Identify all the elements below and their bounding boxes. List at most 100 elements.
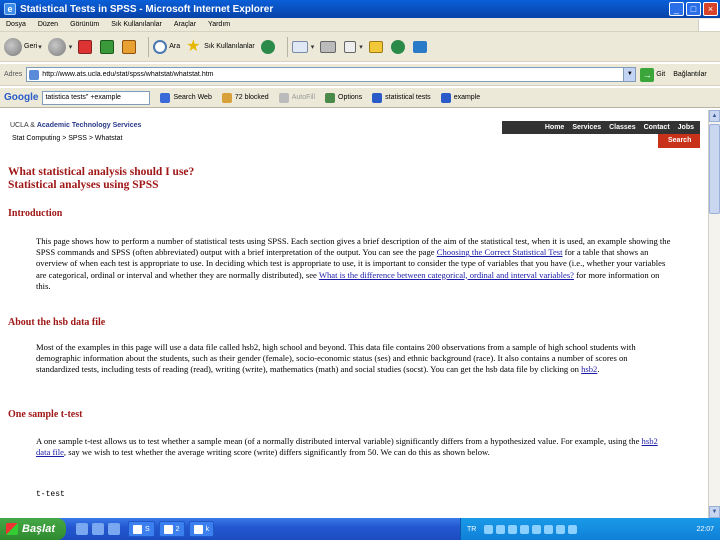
edit-button[interactable]: ▾ (344, 40, 363, 53)
google-logo[interactable]: Google (4, 92, 38, 103)
autofill-icon (278, 92, 289, 103)
tray-icon[interactable] (568, 524, 578, 534)
menu-favorites[interactable]: Sık Kullanılanlar (105, 21, 168, 28)
google-popup-blocker-button[interactable]: 72 blocked (221, 92, 269, 103)
scroll-thumb[interactable] (709, 124, 720, 214)
messenger-button[interactable] (412, 40, 429, 53)
tray-icon[interactable] (532, 524, 542, 534)
address-input[interactable]: http://www.ats.ucla.edu/stat/spss/whatst… (26, 67, 637, 82)
tray-icon[interactable] (544, 524, 554, 534)
go-button[interactable]: → Git (640, 67, 665, 82)
google-button-label: Options (338, 94, 363, 101)
close-button[interactable]: × (703, 2, 718, 16)
hsb2-link[interactable]: hsb2 (581, 364, 597, 374)
messenger-icon (412, 40, 427, 53)
start-label: Başlat (22, 523, 56, 535)
menu-tools[interactable]: Araçlar (168, 21, 202, 28)
printer-icon (320, 40, 337, 53)
menu-view[interactable]: Görünüm (64, 21, 105, 28)
nav-jobs[interactable]: Jobs (678, 124, 694, 131)
google-button-label: example (453, 94, 481, 101)
breadcrumb[interactable]: Stat Computing > SPSS > Whatstat (12, 135, 123, 142)
highlight-icon (440, 92, 451, 103)
paragraph-text: Most of the examples in this page will u… (36, 342, 636, 375)
tray-icon[interactable] (496, 524, 506, 534)
taskbar-task[interactable]: S (128, 521, 155, 537)
tray-icon[interactable] (556, 524, 566, 534)
chevron-down-icon[interactable]: ▼ (623, 68, 636, 81)
taskbar-task[interactable]: k (188, 521, 215, 537)
menu-file[interactable]: Dosya (0, 21, 32, 28)
scroll-up-icon[interactable]: ▲ (709, 110, 720, 122)
nav-classes[interactable]: Classes (609, 124, 635, 131)
back-button[interactable]: Geri ▾ (4, 37, 42, 56)
start-button[interactable]: Başlat (0, 518, 66, 540)
nav-contact[interactable]: Contact (644, 124, 670, 131)
tray-icon[interactable] (484, 524, 494, 534)
quick-launch-icon[interactable] (92, 523, 104, 535)
quick-launch-icon[interactable] (108, 523, 120, 535)
windows-logo-icon (698, 18, 720, 31)
google-autofill-button[interactable]: AutoFill (278, 92, 315, 103)
tray-icon[interactable] (508, 524, 518, 534)
mail-button[interactable]: ▾ (291, 40, 314, 53)
vertical-scrollbar[interactable]: ▲ ▼ (708, 110, 720, 518)
links-button[interactable]: Bağlantılar (673, 71, 706, 78)
google-highlight-statistical-tests[interactable]: statistical tests (372, 92, 431, 103)
favorites-label: Sık Kullanılanlar (204, 43, 255, 50)
t-test-paragraph: A one sample t-test allows us to test wh… (36, 436, 672, 458)
history-button[interactable] (260, 39, 277, 54)
tray-icon[interactable] (520, 524, 530, 534)
section-heading-hsb: About the hsb data file (8, 317, 106, 328)
org-name: UCLA (10, 122, 29, 129)
quick-launch-icon[interactable] (76, 523, 88, 535)
home-button[interactable] (122, 39, 138, 54)
site-search-button[interactable]: Search (658, 134, 700, 148)
site-nav: Home Services Classes Contact Jobs (502, 121, 700, 134)
minimize-button[interactable]: _ (669, 2, 684, 16)
google-highlight-example[interactable]: example (440, 92, 481, 103)
menu-edit[interactable]: Düzen (32, 21, 64, 28)
taskbar-task[interactable]: 2 (158, 521, 185, 537)
taskbar: Başlat S 2 k TR 22:07 (0, 518, 720, 540)
scroll-down-icon[interactable]: ▼ (709, 506, 720, 518)
edit-icon (344, 40, 357, 53)
search-button[interactable]: Ara (153, 39, 180, 54)
google-options-button[interactable]: Options (325, 92, 363, 103)
forward-arrow-icon (47, 37, 66, 56)
windows-flag-icon (6, 523, 18, 535)
maximize-button[interactable]: □ (686, 2, 701, 16)
nav-services[interactable]: Services (572, 124, 601, 131)
print-button[interactable] (320, 40, 338, 53)
refresh-button[interactable] (100, 39, 116, 54)
task-icon (193, 524, 203, 534)
favorites-button[interactable]: ★ Sık Kullanılanlar (186, 38, 255, 55)
mail-icon (291, 40, 308, 53)
nav-home[interactable]: Home (545, 124, 564, 131)
site-org[interactable]: UCLA & Academic Technology Services (10, 122, 141, 129)
forward-button[interactable]: ▾ (47, 37, 72, 56)
address-label: Adres (4, 71, 23, 78)
paragraph-text: . (597, 364, 600, 375)
research-icon (390, 39, 405, 54)
task-label: S (145, 525, 150, 533)
language-indicator[interactable]: TR (467, 526, 476, 533)
code-snippet: t-test (36, 490, 65, 499)
choosing-test-link[interactable]: Choosing the Correct Statistical Test (437, 247, 563, 257)
google-search-input[interactable]: tatistica tests" +example (42, 90, 151, 105)
paragraph-text: A one sample t-test allows us to test wh… (36, 436, 642, 446)
chevron-down-icon: ▾ (359, 43, 363, 51)
introduction-paragraph: This page shows how to perform a number … (36, 236, 672, 292)
stop-button[interactable] (78, 39, 94, 54)
highlight-icon (372, 92, 383, 103)
google-search-web-button[interactable]: Search Web (160, 92, 212, 103)
section-heading-introduction: Introduction (8, 208, 63, 219)
task-icon (163, 524, 173, 534)
folder-button[interactable] (368, 40, 385, 53)
address-url[interactable]: http://www.ats.ucla.edu/stat/spss/whatst… (42, 71, 623, 78)
research-button[interactable] (390, 39, 407, 54)
menu-help[interactable]: Yardım (202, 21, 236, 28)
task-icon (133, 524, 142, 534)
clock[interactable]: 22:07 (696, 526, 714, 533)
variable-types-link[interactable]: What is the difference between categoric… (319, 270, 574, 280)
